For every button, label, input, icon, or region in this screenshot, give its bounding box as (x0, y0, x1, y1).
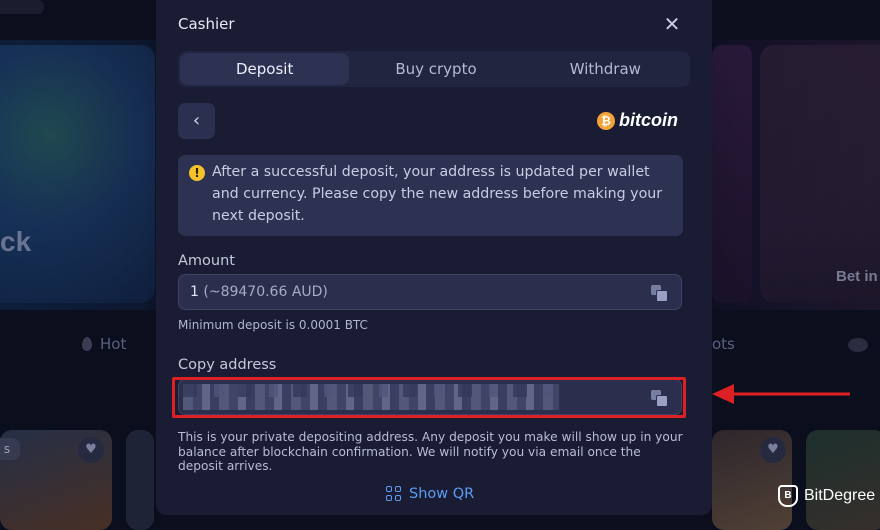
background-promo-card (0, 45, 155, 303)
show-qr-button[interactable]: Show QR (386, 486, 474, 502)
notice-text: After a successful deposit, your address… (212, 164, 663, 224)
amount-value: 1 (~89470.66 AUD) (190, 284, 328, 300)
close-button[interactable]: ✕ (660, 12, 684, 36)
cashier-tabs: Deposit Buy crypto Withdraw (178, 51, 690, 87)
background-game-thumb (126, 430, 154, 530)
background-nav-hot: Hot (82, 335, 126, 353)
copy-icon[interactable] (651, 285, 668, 302)
deposit-notice: ! After a successful deposit, your addre… (178, 155, 683, 236)
pointer-arrow-icon (712, 384, 850, 404)
amount-converted: (~89470.66 AUD) (203, 284, 328, 300)
background-top-button (0, 0, 44, 14)
address-highlight-box (172, 377, 686, 418)
amount-label: Amount (178, 253, 235, 269)
background-promo-card-right (760, 45, 880, 303)
bitcoin-icon: ₿ (597, 111, 615, 130)
close-icon: ✕ (663, 12, 681, 36)
background-promo-text: ck (0, 226, 32, 257)
tab-deposit[interactable]: Deposit (180, 53, 350, 85)
amount-field[interactable]: 1 (~89470.66 AUD) (178, 274, 682, 310)
background-promo-text-right: Bet in (836, 268, 878, 285)
background-promo-card-edge (712, 45, 752, 303)
heart-icon: ♥ (78, 437, 104, 463)
modal-title: Cashier (178, 15, 235, 33)
background-nav-slots: ots (712, 335, 735, 353)
background-game-tag: s (0, 438, 20, 460)
minimum-deposit-hint: Minimum deposit is 0.0001 BTC (178, 318, 368, 332)
address-info-text: This is your private depositing address.… (178, 430, 683, 473)
heart-icon: ♥ (760, 437, 786, 463)
tab-buy-crypto[interactable]: Buy crypto (351, 51, 520, 87)
show-qr-label: Show QR (409, 486, 475, 502)
flame-icon (82, 337, 92, 351)
bitdegree-watermark: B BitDegree (778, 485, 875, 507)
cherries-icon (848, 338, 868, 352)
qr-icon (386, 486, 402, 502)
address-label: Copy address (178, 357, 277, 373)
tab-withdraw[interactable]: Withdraw (521, 51, 690, 87)
back-button[interactable]: ‹ (178, 103, 215, 139)
background-game-thumb (806, 430, 880, 530)
watermark-text: BitDegree (804, 487, 876, 504)
amount-number: 1 (190, 284, 199, 300)
bitcoin-logo: ₿ bitcoin (597, 110, 678, 131)
cashier-modal: Cashier ✕ Deposit Buy crypto Withdraw ‹ … (156, 0, 712, 515)
warning-icon: ! (189, 165, 205, 181)
bitdegree-shield-icon: B (778, 485, 798, 507)
currency-name: bitcoin (619, 110, 678, 130)
chevron-left-icon: ‹ (192, 110, 201, 131)
